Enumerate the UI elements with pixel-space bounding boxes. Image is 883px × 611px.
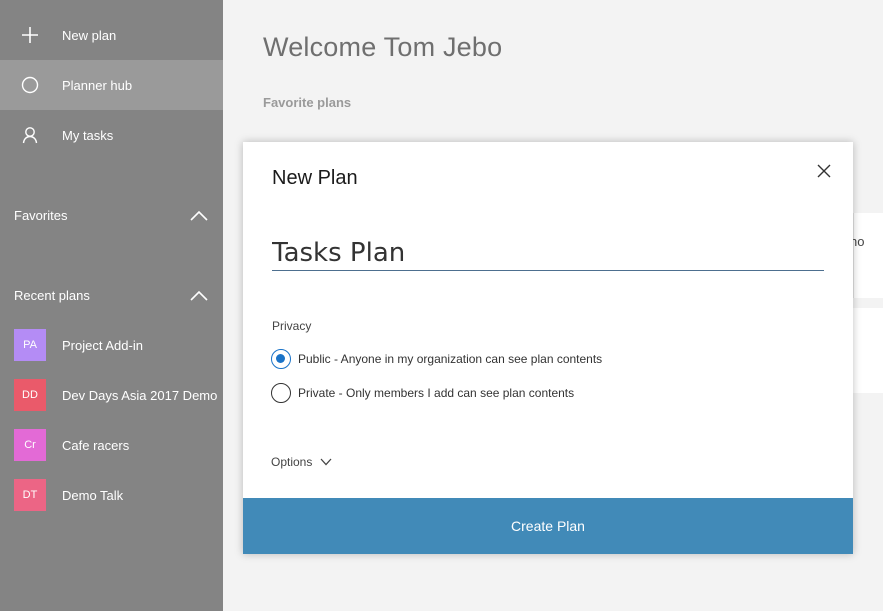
recent-plan-item[interactable]: Cr Cafe racers <box>0 420 223 470</box>
favorites-label: Favorites <box>14 207 68 223</box>
favorite-plans-heading: Favorite plans <box>263 95 352 110</box>
recent-plans-header[interactable]: Recent plans <box>0 275 223 315</box>
recent-plan-label: Cafe racers <box>62 437 130 453</box>
recent-plan-label: Demo Talk <box>62 487 124 503</box>
chevron-up-icon[interactable] <box>190 289 208 301</box>
public-radio[interactable] <box>271 349 291 369</box>
person-icon <box>21 126 39 144</box>
plus-icon <box>21 26 39 44</box>
private-option-label: Private - Only members I add can see pla… <box>298 386 575 400</box>
recent-plan-label: Project Add-in <box>62 337 143 353</box>
plan-name-input[interactable] <box>272 235 824 271</box>
plan-tile: DT <box>14 479 46 511</box>
plan-tile: PA <box>14 329 46 361</box>
welcome-heading: Welcome Tom Jebo <box>263 32 503 62</box>
sidebar: New plan Planner hub My tasks Favorites … <box>0 0 223 611</box>
dialog-title: New Plan <box>272 167 358 189</box>
privacy-private-option[interactable]: Private - Only members I add can see pla… <box>271 382 574 404</box>
nav-label: My tasks <box>62 127 114 143</box>
nav-label: Planner hub <box>62 77 133 93</box>
nav-new-plan[interactable]: New plan <box>0 10 223 60</box>
plan-tile: DD <box>14 379 46 411</box>
plan-tile: Cr <box>14 429 46 461</box>
create-plan-button[interactable]: Create Plan <box>243 498 853 554</box>
recent-plan-item[interactable]: PA Project Add-in <box>0 320 223 370</box>
recent-plan-item[interactable]: DD Dev Days Asia 2017 Demo <box>0 370 223 420</box>
circle-icon <box>21 76 39 94</box>
chevron-up-icon[interactable] <box>190 209 208 221</box>
recent-plan-label: Dev Days Asia 2017 Demo <box>62 387 218 403</box>
plan-card[interactable] <box>853 308 883 393</box>
nav-my-tasks[interactable]: My tasks <box>0 110 223 160</box>
nav-label: New plan <box>62 27 117 43</box>
chevron-down-icon <box>320 458 332 466</box>
recent-plans-label: Recent plans <box>14 287 90 303</box>
close-button[interactable] <box>813 160 835 182</box>
public-option-label: Public - Anyone in my organization can s… <box>298 352 603 366</box>
privacy-label: Privacy <box>272 319 312 333</box>
nav-planner-hub[interactable]: Planner hub <box>0 60 223 110</box>
close-icon[interactable] <box>817 164 831 178</box>
options-label: Options <box>271 455 313 469</box>
private-radio[interactable] <box>271 383 291 403</box>
plan-card[interactable] <box>853 213 883 298</box>
favorites-header[interactable]: Favorites <box>0 195 223 235</box>
options-toggle[interactable]: Options <box>271 455 332 469</box>
privacy-public-option[interactable]: Public - Anyone in my organization can s… <box>271 348 602 370</box>
new-plan-dialog: New Plan Privacy Public - Anyone in my o… <box>243 142 853 554</box>
recent-plan-item[interactable]: DT Demo Talk <box>0 470 223 520</box>
